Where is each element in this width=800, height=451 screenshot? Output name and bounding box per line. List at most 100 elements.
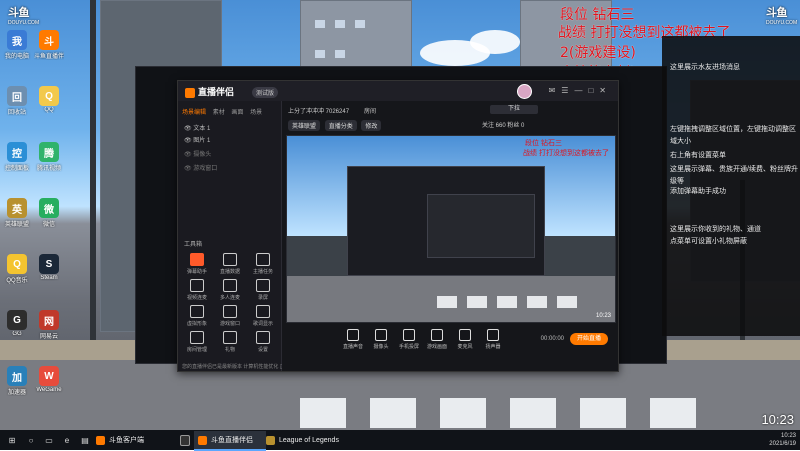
- desktop-icon[interactable]: 网网易云: [34, 310, 64, 340]
- minimize-icon[interactable]: —: [574, 86, 588, 95]
- category-pill[interactable]: 英雄联盟: [288, 120, 321, 131]
- category-pill[interactable]: 直播分类: [324, 120, 357, 131]
- desktop-icon[interactable]: 微微信: [34, 198, 64, 228]
- control-label: 游戏画面: [426, 344, 447, 350]
- window-controls[interactable]: ✉☰—□✕: [549, 86, 612, 95]
- stream-preview[interactable]: 段位 钻石三 战绩 打打没想到这都被去了 10:23: [286, 135, 616, 323]
- tool-label: 礼物: [224, 347, 235, 353]
- desktop-icon[interactable]: Q QQ音乐: [2, 254, 32, 284]
- toolbox-item[interactable]: 歌词显示: [248, 305, 278, 327]
- desktop-icon-label: 网易云: [39, 334, 58, 340]
- desktop-icon[interactable]: 加加速器: [2, 366, 32, 396]
- tool-icon: [190, 253, 204, 266]
- windows-start-icon[interactable]: ⊞: [4, 432, 20, 448]
- toolbox-item[interactable]: 弹幕助手: [182, 253, 212, 275]
- desktop-icon[interactable]: 控控制面板: [2, 142, 32, 172]
- system-tray[interactable]: 10:23 2021/6/19: [769, 432, 796, 448]
- desktop-icon[interactable]: W WeGame: [34, 366, 64, 393]
- tool-icon: [256, 305, 270, 318]
- explorer-icon[interactable]: ▤: [78, 432, 92, 448]
- edge-icon[interactable]: e: [60, 432, 74, 448]
- toolbox-item[interactable]: 录屏: [248, 279, 278, 301]
- toolbox-item[interactable]: 多人连麦: [215, 279, 245, 301]
- maximize-icon[interactable]: □: [588, 86, 599, 95]
- control-label: 扬声器: [485, 344, 501, 350]
- douyu-watermark-left: 斗鱼 DOUYU.COM: [8, 7, 40, 26]
- app-logo-icon: [185, 87, 195, 98]
- desktop-icon[interactable]: 斗斗鱼直播伴侣: [34, 30, 64, 60]
- message-icon[interactable]: ✉: [549, 86, 562, 95]
- taskbar-app-douyu[interactable]: 斗鱼客户端: [92, 431, 170, 449]
- edit-pill[interactable]: 修改: [361, 120, 382, 131]
- search-icon[interactable]: ○: [24, 432, 38, 448]
- avatar[interactable]: [517, 84, 532, 99]
- toolbox-item[interactable]: 游戏窗口: [215, 305, 245, 327]
- tab-assets[interactable]: 素材: [213, 110, 225, 116]
- control-label: 直播声音: [342, 344, 363, 350]
- desktop-icon-label: 腾讯视频: [36, 166, 61, 172]
- window-titlebar[interactable]: 直播伴侣 测试版 ✉☰—□✕: [178, 81, 618, 102]
- app-icon: 我: [7, 30, 27, 50]
- desktop-icon-label: GG: [12, 331, 22, 337]
- tab-canvas[interactable]: 画面: [231, 110, 243, 116]
- toolbox-item[interactable]: 礼物: [215, 331, 245, 353]
- control-bar: 直播声音 摄像头 手机投屏 游戏画面 麦克风 扬声器 00:00:00 开始直播: [286, 327, 614, 367]
- control-button[interactable]: 手机投屏: [398, 329, 420, 350]
- toolbox-item[interactable]: 设置: [248, 331, 278, 353]
- desktop-icon[interactable]: 回回收站: [2, 86, 32, 116]
- tool-icon: [223, 305, 237, 318]
- control-icon: [375, 329, 387, 341]
- toolbox-item[interactable]: 房间管理: [182, 331, 212, 353]
- toolbox-item[interactable]: 视频连麦: [182, 279, 212, 301]
- tab-scenes[interactable]: 场景: [250, 110, 262, 116]
- desktop-clock: 10:23: [761, 412, 794, 427]
- desktop-icon[interactable]: Q QQ: [34, 86, 64, 113]
- scene-item[interactable]: 👁 摄像头: [184, 149, 211, 158]
- preview-record-overlay: 战绩 打打没想到这都被去了: [523, 150, 609, 157]
- desktop-icon[interactable]: G GG: [2, 310, 32, 337]
- app-icon: Q: [7, 254, 27, 274]
- desktop-icon-label: 微信: [42, 222, 55, 228]
- danmu-helper-panel[interactable]: 这里展示水友进场消息 左键拖拽调整区域位置，左键拖动调整区 域大小 右上角有设置…: [662, 36, 800, 336]
- app-icon: 加: [7, 366, 27, 386]
- control-icon: [487, 329, 499, 341]
- toolbox-item[interactable]: 虚拟形象: [182, 305, 212, 327]
- control-button[interactable]: 直播声音: [342, 329, 364, 350]
- tool-label: 直播数据: [219, 269, 240, 275]
- desktop-icon[interactable]: 腾腾讯视频: [34, 142, 64, 172]
- streaming-companion-window[interactable]: 直播伴侣 测试版 ✉☰—□✕ 场景编辑 素材 画面 场景 👁 文本 1 👁 图片…: [177, 80, 619, 372]
- control-button[interactable]: 游戏画面: [426, 329, 448, 350]
- taskbar-app-lol[interactable]: League of Legends: [262, 431, 366, 449]
- app-icon: 英: [7, 198, 27, 218]
- scene-item[interactable]: 👁 文本 1: [184, 123, 210, 132]
- task-view-icon[interactable]: ▭: [42, 432, 56, 448]
- control-button[interactable]: 麦克风: [454, 329, 476, 350]
- app-icon: 微: [39, 198, 59, 218]
- desktop-icon-label: 回收站: [7, 110, 26, 116]
- control-button[interactable]: 扬声器: [482, 329, 504, 350]
- notes-line: 这里展示弹幕、贵族开通/续费、粉丝牌升: [670, 166, 798, 173]
- toolbox-title: 工具箱: [184, 242, 203, 248]
- desktop-icon-label: 我的电脑: [4, 54, 29, 60]
- stream-title[interactable]: 上分了冲冲冲 7026247: [288, 106, 349, 115]
- close-icon[interactable]: ✕: [599, 86, 612, 95]
- taskbar-app-companion[interactable]: 斗鱼直播伴侣: [194, 431, 266, 451]
- control-button[interactable]: 摄像头: [370, 329, 392, 350]
- tool-icon: [223, 279, 237, 292]
- control-label: 手机投屏: [398, 344, 419, 350]
- go-live-button[interactable]: 开始直播: [570, 333, 608, 345]
- tool-label: 主播任务: [252, 269, 273, 275]
- desktop-icon[interactable]: 英英雄联盟: [2, 198, 32, 228]
- desktop-icon[interactable]: 我我的电脑: [2, 30, 32, 60]
- desktop-icon-label: 加速器: [7, 390, 26, 396]
- menu-icon[interactable]: ☰: [561, 86, 574, 95]
- left-panel: 场景编辑 素材 画面 场景 👁 文本 1 👁 图片 1 👁 摄像头 👁 游戏窗口…: [178, 101, 305, 371]
- tool-icon: [190, 305, 204, 318]
- scene-item[interactable]: 👁 游戏窗口: [184, 163, 217, 172]
- scene-item[interactable]: 👁 图片 1: [184, 135, 210, 144]
- desktop-icon[interactable]: S Steam: [34, 254, 64, 281]
- room-dropdown[interactable]: 下拉: [490, 105, 538, 114]
- toolbox-item[interactable]: 直播数据: [215, 253, 245, 275]
- tab-scene-edit[interactable]: 场景编辑: [182, 110, 206, 116]
- toolbox-item[interactable]: 主播任务: [248, 253, 278, 275]
